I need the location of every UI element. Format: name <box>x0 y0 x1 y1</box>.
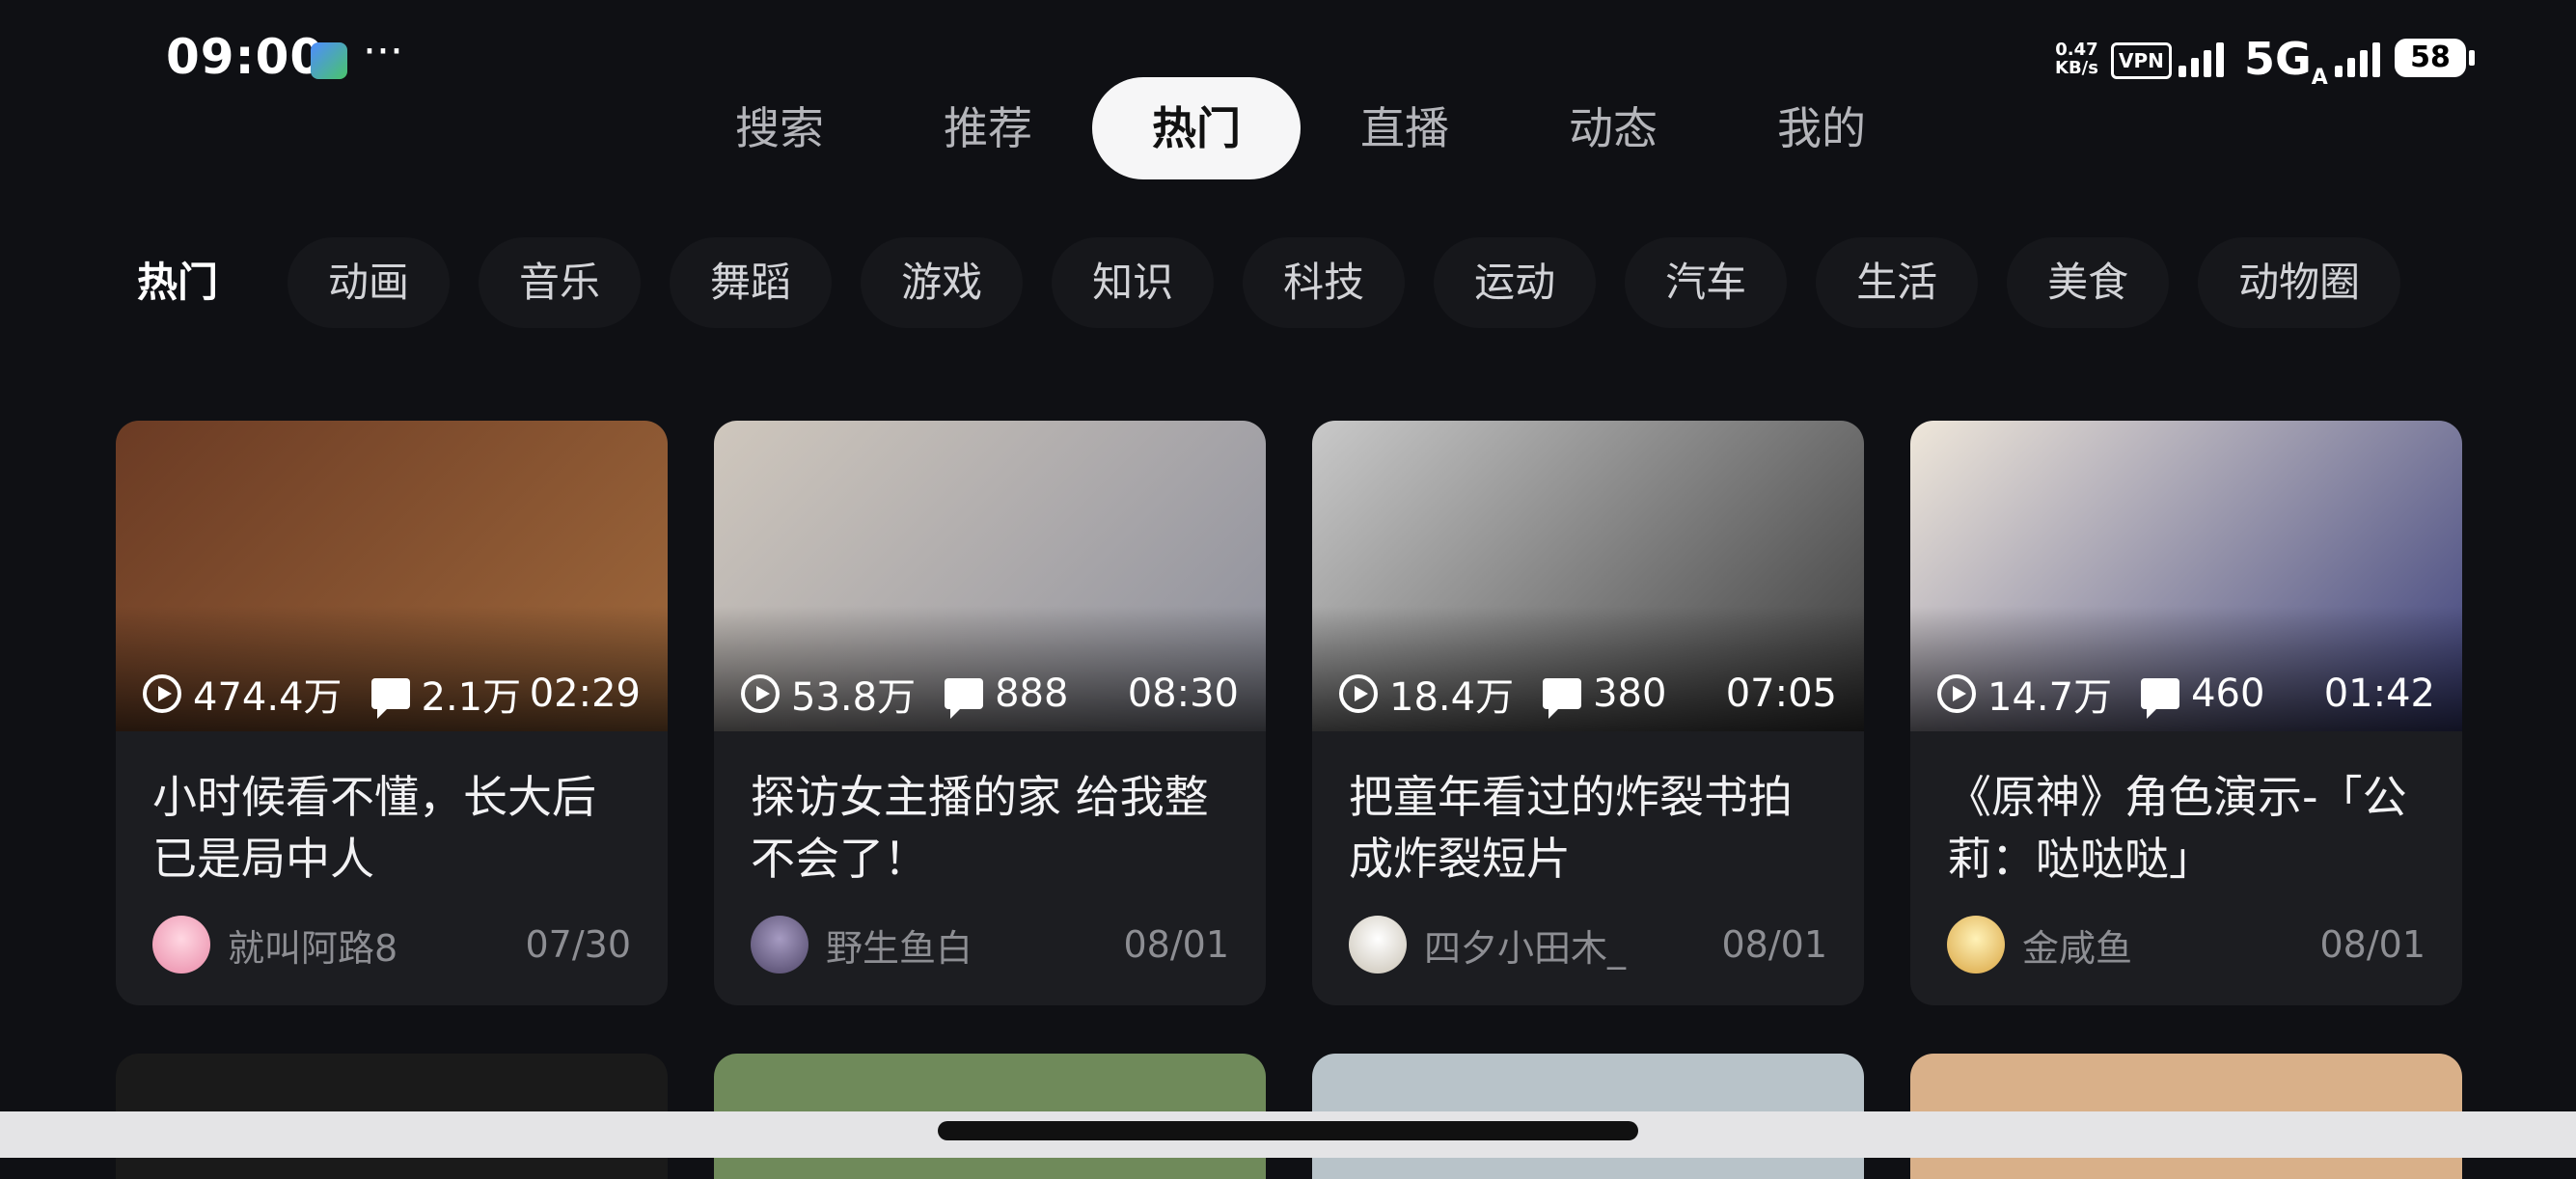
video-title[interactable]: 把童年看过的炸裂书拍成炸裂短片 <box>1349 766 1831 890</box>
author-avatar[interactable] <box>751 916 808 973</box>
video-duration: 07:05 <box>1725 672 1837 716</box>
vpn-icon: VPN <box>2111 42 2172 79</box>
comment-icon <box>945 678 984 719</box>
play-count-icon <box>143 674 181 713</box>
video-duration: 01:42 <box>2323 672 2435 716</box>
comment-count: 888 <box>995 672 1069 716</box>
publish-date: 08/01 <box>2319 923 2425 966</box>
video-stats: 18.4万 380 07:05 <box>1339 670 1837 720</box>
video-title[interactable]: 小时候看不懂，长大后已是局中人 <box>152 766 635 890</box>
author-avatar[interactable] <box>1947 916 2005 973</box>
tab-recommend[interactable]: 推荐 <box>884 77 1092 179</box>
battery-icon: 58 <box>2395 39 2475 77</box>
category-tech[interactable]: 科技 <box>1243 237 1406 328</box>
author-avatar[interactable] <box>152 916 210 973</box>
video-grid: 474.4万 2.1万 02:29 小时候看不懂，长大后已是局中人 就叫阿路8 … <box>116 421 2462 1005</box>
view-count: 14.7万 <box>1987 675 2113 720</box>
category-game[interactable]: 游戏 <box>861 237 1024 328</box>
top-tabs: 搜索 推荐 热门 直播 动态 我的 <box>675 77 1926 179</box>
video-meta: 野生鱼白 08/01 <box>751 915 1229 974</box>
comment-icon <box>2141 678 2180 719</box>
category-hot[interactable]: 热门 <box>96 237 259 328</box>
video-title[interactable]: 《原神》角色演示-「公莉：哒哒哒」 <box>1947 766 2429 890</box>
network-type: 5GA <box>2244 33 2328 90</box>
home-indicator[interactable] <box>938 1121 1638 1140</box>
video-duration: 08:30 <box>1127 672 1239 716</box>
video-thumbnail[interactable]: 53.8万 888 08:30 <box>714 421 1266 731</box>
video-stats: 53.8万 888 08:30 <box>741 670 1239 720</box>
signal-icon-2 <box>2335 42 2380 77</box>
publish-date: 08/01 <box>1123 923 1229 966</box>
author-name[interactable]: 就叫阿路8 <box>228 919 397 972</box>
category-bar: 热门 动画 音乐 舞蹈 游戏 知识 科技 运动 汽车 生活 美食 动物圈 <box>96 237 2401 328</box>
network-speed-unit: KB/s <box>2055 58 2098 78</box>
category-life[interactable]: 生活 <box>1816 237 1979 328</box>
category-animals[interactable]: 动物圈 <box>2198 237 2401 328</box>
publish-date: 08/01 <box>1721 923 1827 966</box>
category-music[interactable]: 音乐 <box>479 237 642 328</box>
network-speed-value: 0.47 <box>2055 40 2098 60</box>
tab-mine[interactable]: 我的 <box>1717 77 1926 179</box>
video-title[interactable]: 探访女主播的家 给我整不会了！ <box>751 766 1233 890</box>
comment-count: 380 <box>1593 672 1667 716</box>
comment-count: 460 <box>2191 672 2265 716</box>
more-notifications-icon: ··· <box>363 27 403 76</box>
network-type-label: 5G <box>2244 33 2312 85</box>
play-count-icon <box>1937 674 1976 713</box>
play-count-icon <box>1339 674 1378 713</box>
comment-count: 2.1万 <box>421 675 522 720</box>
publish-date: 07/30 <box>525 923 631 966</box>
category-animation[interactable]: 动画 <box>288 237 451 328</box>
tab-live[interactable]: 直播 <box>1301 77 1509 179</box>
tab-feed[interactable]: 动态 <box>1509 77 1717 179</box>
category-food[interactable]: 美食 <box>2007 237 2170 328</box>
video-thumbnail[interactable]: 18.4万 380 07:05 <box>1312 421 1864 731</box>
tab-hot[interactable]: 热门 <box>1092 77 1301 179</box>
author-name[interactable]: 金咸鱼 <box>2022 919 2132 972</box>
video-duration: 02:29 <box>529 672 641 716</box>
clock: 09:00 <box>166 29 325 85</box>
video-meta: 就叫阿路8 07/30 <box>152 915 631 974</box>
video-meta: 四夕小田木_ 08/01 <box>1349 915 1827 974</box>
author-name[interactable]: 四夕小田木_ <box>1424 919 1626 972</box>
app-notification-icon <box>311 42 347 79</box>
video-thumbnail[interactable]: 14.7万 460 01:42 <box>1910 421 2462 731</box>
category-sports[interactable]: 运动 <box>1434 237 1597 328</box>
video-card[interactable]: 18.4万 380 07:05 把童年看过的炸裂书拍成炸裂短片 四夕小田木_ 0… <box>1312 421 1864 1005</box>
video-stats: 474.4万 2.1万 02:29 <box>143 670 641 720</box>
category-car[interactable]: 汽车 <box>1625 237 1788 328</box>
network-type-suffix: A <box>2311 66 2328 91</box>
tab-search[interactable]: 搜索 <box>675 77 884 179</box>
category-knowledge[interactable]: 知识 <box>1052 237 1215 328</box>
view-count: 53.8万 <box>791 675 917 720</box>
comment-icon <box>1543 678 1582 719</box>
view-count: 18.4万 <box>1389 675 1515 720</box>
video-meta: 金咸鱼 08/01 <box>1947 915 2425 974</box>
author-name[interactable]: 野生鱼白 <box>826 919 973 972</box>
comment-icon <box>370 678 410 719</box>
video-thumbnail[interactable]: 474.4万 2.1万 02:29 <box>116 421 668 731</box>
video-card[interactable]: 14.7万 460 01:42 《原神》角色演示-「公莉：哒哒哒」 金咸鱼 08… <box>1910 421 2462 1005</box>
play-count-icon <box>741 674 780 713</box>
signal-icon <box>2179 42 2224 77</box>
category-dance[interactable]: 舞蹈 <box>670 237 833 328</box>
video-card[interactable]: 474.4万 2.1万 02:29 小时候看不懂，长大后已是局中人 就叫阿路8 … <box>116 421 668 1005</box>
author-avatar[interactable] <box>1349 916 1407 973</box>
video-stats: 14.7万 460 01:42 <box>1937 670 2435 720</box>
network-speed: 0.47 KB/s <box>2055 41 2098 77</box>
video-card[interactable]: 53.8万 888 08:30 探访女主播的家 给我整不会了！ 野生鱼白 08/… <box>714 421 1266 1005</box>
view-count: 474.4万 <box>193 675 343 720</box>
